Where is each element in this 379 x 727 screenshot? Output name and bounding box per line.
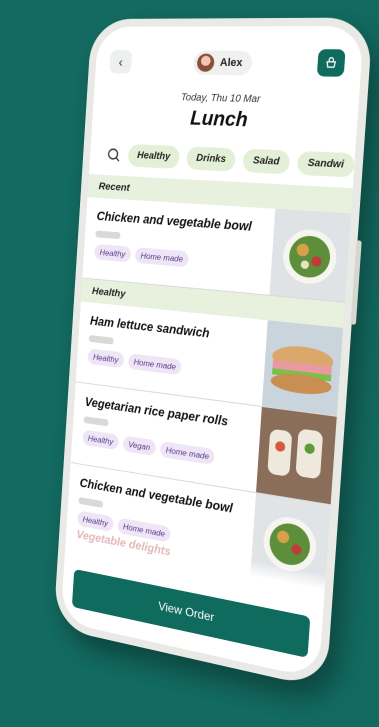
item-name: Ham lettuce sandwich: [90, 314, 257, 346]
filter-bar: Healthy Drinks Salad Sandwi: [90, 127, 357, 177]
user-name: Alex: [220, 57, 243, 69]
top-bar: ‹ Alex: [94, 26, 364, 96]
item-price-placeholder: [89, 335, 114, 345]
filter-chip-sandwich[interactable]: Sandwi: [297, 151, 355, 178]
chevron-left-icon: ‹: [118, 54, 123, 70]
filter-chip-drinks[interactable]: Drinks: [186, 146, 236, 171]
app-screen: ‹ Alex Today, Thu 10 Mar Lunch Healthy D…: [61, 26, 365, 679]
tag: Healthy: [94, 244, 131, 262]
tag: Healthy: [87, 348, 124, 368]
food-image-sandwich: [262, 320, 343, 415]
food-image-rolls: [256, 407, 337, 504]
search-icon: [106, 146, 121, 162]
filter-chip-healthy[interactable]: Healthy: [128, 144, 181, 169]
phone-side-button: [351, 240, 362, 325]
tag: Vegan: [122, 435, 156, 456]
item-price-placeholder: [78, 497, 103, 508]
tag: Home made: [160, 441, 216, 465]
back-button[interactable]: ‹: [109, 50, 132, 74]
tag: Home made: [128, 353, 182, 375]
tag: Healthy: [82, 429, 119, 450]
food-image-bowl: [269, 209, 351, 302]
phone-mockup: ‹ Alex Today, Thu 10 Mar Lunch Healthy D…: [53, 17, 373, 689]
filter-chip-salad[interactable]: Salad: [243, 149, 291, 175]
item-name: Chicken and vegetable bowl: [96, 209, 264, 234]
basket-button[interactable]: [317, 49, 346, 77]
user-pill[interactable]: Alex: [193, 51, 253, 76]
search-button[interactable]: [105, 144, 121, 166]
basket-icon: [324, 57, 337, 70]
item-price-placeholder: [84, 416, 109, 426]
avatar: [197, 54, 215, 72]
item-price-placeholder: [95, 231, 120, 240]
tag: Home made: [135, 247, 190, 267]
